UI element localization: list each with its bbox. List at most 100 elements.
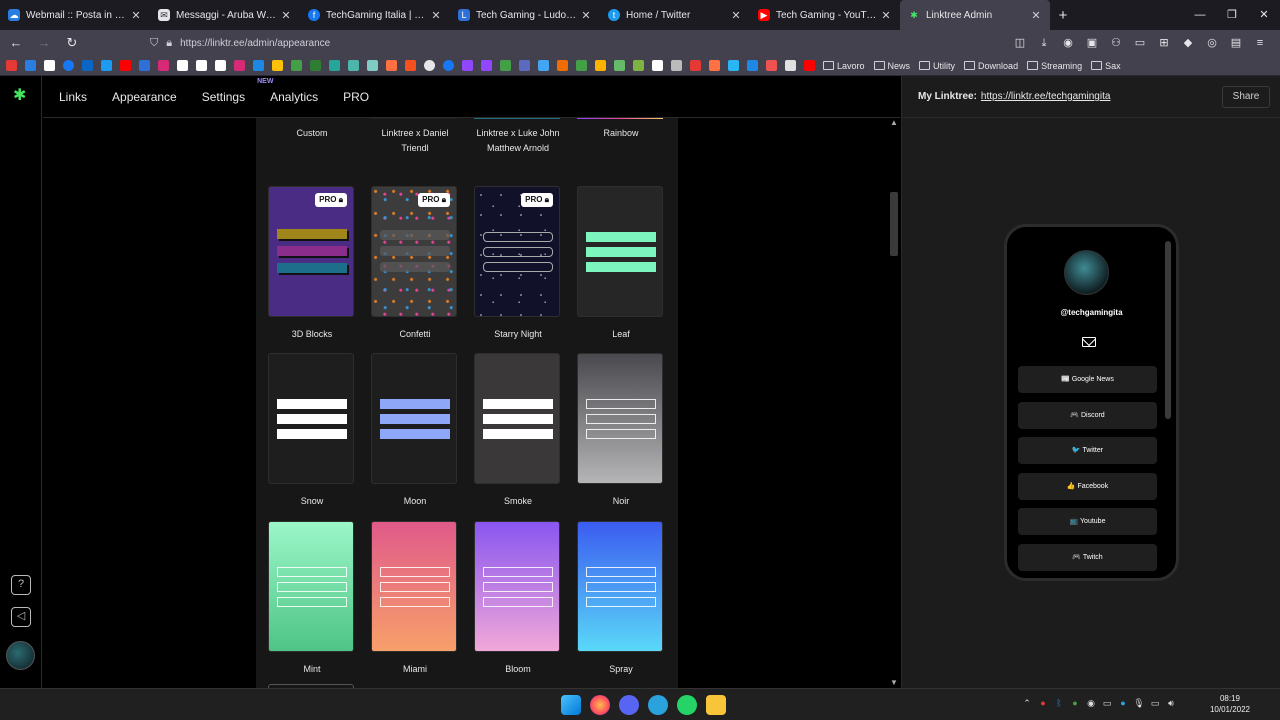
bookmark-icon[interactable]	[405, 60, 416, 71]
theme-spray[interactable]: Spray	[577, 521, 665, 677]
bookmark-icon[interactable]	[690, 60, 701, 71]
tray-app-icon[interactable]: ▭	[1099, 698, 1115, 709]
whatsapp-icon[interactable]	[676, 695, 697, 715]
bookmark-folder[interactable]: Streaming	[1027, 61, 1082, 71]
extension-icon[interactable]: ⊞	[1152, 32, 1176, 54]
bookmark-icon[interactable]	[538, 60, 549, 71]
avatar[interactable]	[6, 641, 35, 670]
windows-start-icon[interactable]	[560, 695, 581, 715]
preview-link-button[interactable]: 🎮 Twitch	[1018, 544, 1157, 571]
minimize-icon[interactable]: —	[1184, 0, 1216, 30]
nav-appearance[interactable]: Appearance	[112, 90, 177, 104]
maximize-icon[interactable]: ❐	[1216, 0, 1248, 30]
bookmark-icon[interactable]	[557, 60, 568, 71]
bookmark-icon[interactable]	[25, 60, 36, 71]
nav-analytics[interactable]: NEW Analytics	[257, 78, 318, 104]
browser-tab[interactable]: ☁ Webmail :: Posta in arrivo ✕	[0, 0, 150, 30]
extension-icon[interactable]: ▣	[1080, 32, 1104, 54]
theme-custom[interactable]: Custom	[268, 118, 356, 141]
shield-icon[interactable]: ⛉	[150, 37, 158, 50]
email-icon[interactable]	[1082, 337, 1096, 347]
browser-tab[interactable]: ▶ Tech Gaming - YouTube ✕	[750, 0, 900, 30]
bookmark-icon[interactable]	[63, 60, 74, 71]
bookmark-icon[interactable]	[291, 60, 302, 71]
theme-daniel-triendl[interactable]: Linktree x Daniel Triendl	[371, 118, 459, 155]
bookmark-icon[interactable]	[234, 60, 245, 71]
preview-link-button[interactable]: 🐦 Twitter	[1018, 437, 1157, 464]
close-icon[interactable]: ✕	[1030, 9, 1042, 22]
bookmark-icon[interactable]	[728, 60, 739, 71]
bookmark-icon[interactable]	[671, 60, 682, 71]
extension-icon[interactable]: ▭	[1128, 32, 1152, 54]
bookmark-icon[interactable]	[272, 60, 283, 71]
theme-moon[interactable]: Moon	[371, 353, 459, 509]
bluetooth-icon[interactable]: ᛒ	[1051, 698, 1067, 709]
extension-icon[interactable]: ◉	[1056, 32, 1080, 54]
bookmark-icon[interactable]	[595, 60, 606, 71]
bookmark-icon[interactable]	[424, 60, 435, 71]
tray-app-icon[interactable]: ●	[1067, 698, 1083, 709]
bookmark-icon[interactable]	[766, 60, 777, 71]
bookmark-folder[interactable]: Download	[964, 61, 1018, 71]
bookmark-icon[interactable]	[177, 60, 188, 71]
clock[interactable]: 08:19 10/01/2022	[1200, 693, 1260, 715]
megaphone-icon[interactable]: ◁	[11, 607, 31, 627]
preview-link-button[interactable]: 📺 Youtube	[1018, 508, 1157, 535]
telegram-tray-icon[interactable]: ●	[1115, 698, 1131, 709]
extension-icon[interactable]: ⚇	[1104, 32, 1128, 54]
file-explorer-icon[interactable]	[705, 695, 726, 715]
theme-starry-night[interactable]: PRO 🔒︎ Starry Night	[474, 186, 562, 342]
scrollbar[interactable]: ▲ ▼	[888, 118, 900, 688]
close-icon[interactable]: ✕	[430, 9, 442, 22]
bookmark-icon[interactable]	[462, 60, 473, 71]
extension-icon[interactable]: ◆	[1176, 32, 1200, 54]
tray-app-icon[interactable]: ●	[1035, 698, 1051, 709]
bookmark-icon[interactable]	[614, 60, 625, 71]
nav-settings[interactable]: Settings	[202, 90, 245, 104]
nav-links[interactable]: Links	[59, 90, 87, 104]
scrollbar-thumb[interactable]	[890, 192, 898, 256]
telegram-icon[interactable]	[647, 695, 668, 715]
url-text[interactable]: https://linktr.ee/admin/appearance	[180, 38, 330, 49]
theme-smoke[interactable]: Smoke	[474, 353, 562, 509]
bookmark-icon[interactable]	[253, 60, 264, 71]
chevron-up-icon[interactable]: ⌃	[1019, 698, 1035, 709]
preview-link-button[interactable]: 🎮 Discord	[1018, 402, 1157, 429]
help-icon[interactable]: ?	[11, 575, 31, 595]
bookmark-icon[interactable]	[196, 60, 207, 71]
bookmark-icon[interactable]	[576, 60, 587, 71]
bookmark-icon[interactable]	[367, 60, 378, 71]
reload-icon[interactable]: ↻	[60, 32, 84, 54]
bookmark-folder[interactable]: Sax	[1091, 61, 1121, 71]
bookmark-icon[interactable]	[139, 60, 150, 71]
microphone-icon[interactable]: 🎙︎	[1131, 698, 1147, 709]
close-icon[interactable]: ✕	[130, 9, 142, 22]
bookmark-icon[interactable]	[652, 60, 663, 71]
extension-icon[interactable]: ◎	[1200, 32, 1224, 54]
close-icon[interactable]: ✕	[580, 9, 592, 22]
bookmark-icon[interactable]	[44, 60, 55, 71]
theme-bloom[interactable]: Bloom	[474, 521, 562, 677]
phone-scrollbar[interactable]	[1165, 241, 1171, 419]
bookmark-icon[interactable]	[101, 60, 112, 71]
theme-luke-arnold[interactable]: Linktree x Luke John Matthew Arnold	[474, 118, 562, 155]
close-window-icon[interactable]: ✕	[1248, 0, 1280, 30]
close-icon[interactable]: ✕	[880, 9, 892, 22]
bookmark-icon[interactable]	[804, 60, 815, 71]
bookmark-icon[interactable]	[120, 60, 131, 71]
browser-tab[interactable]: f TechGaming Italia | Facebook ✕	[300, 0, 450, 30]
scroll-down-icon[interactable]: ▼	[888, 678, 900, 687]
nav-pro[interactable]: PRO	[343, 90, 369, 104]
address-bar[interactable]: ⛉ 🔒︎ https://linktr.ee/admin/appearance	[150, 32, 940, 54]
menu-icon[interactable]: ≡	[1248, 32, 1272, 54]
forward-icon[interactable]: →	[32, 32, 56, 54]
new-tab-button[interactable]: +	[1050, 7, 1076, 24]
bookmark-icon[interactable]	[82, 60, 93, 71]
bookmark-icon[interactable]	[6, 60, 17, 71]
preview-link-button[interactable]: 👍 Facebook	[1018, 473, 1157, 500]
browser-tab[interactable]: L Tech Gaming - Ludomedia ✕	[450, 0, 600, 30]
bookmark-icon[interactable]	[329, 60, 340, 71]
theme-mint[interactable]: Mint	[268, 521, 356, 677]
close-icon[interactable]: ✕	[730, 9, 742, 22]
back-icon[interactable]: ←	[4, 32, 28, 54]
